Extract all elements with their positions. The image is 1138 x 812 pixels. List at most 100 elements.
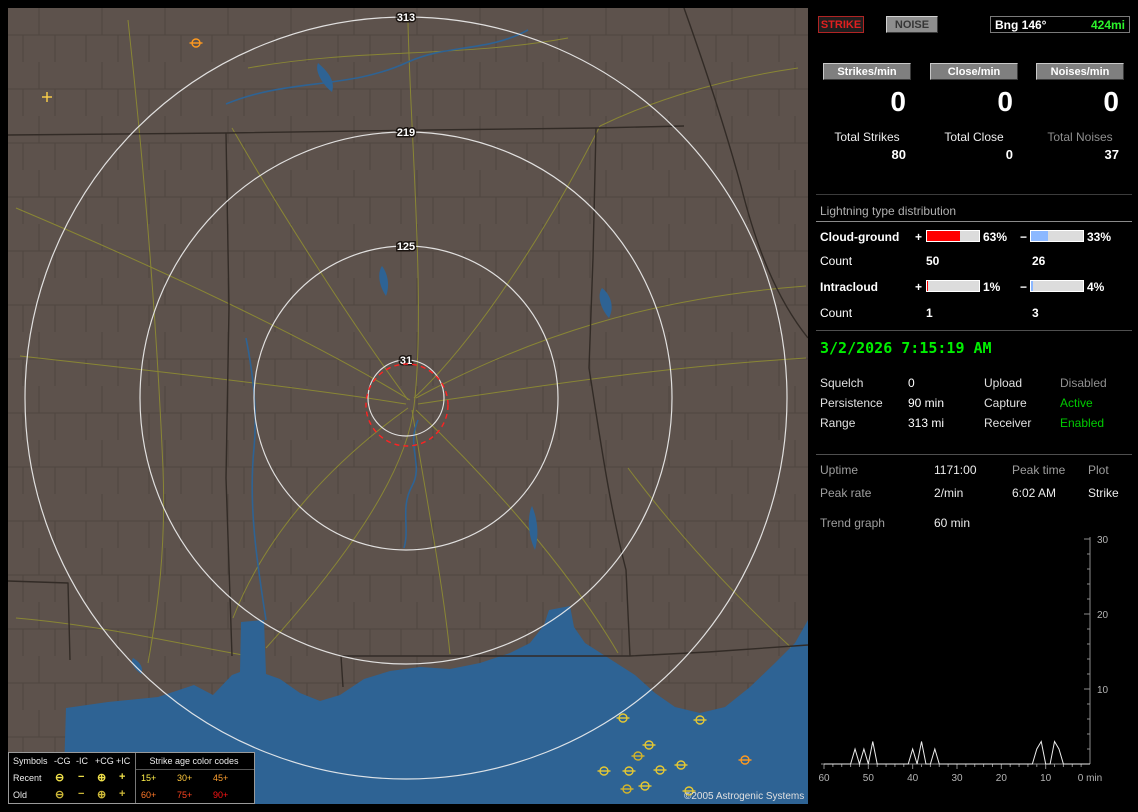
capture-status: Active	[1060, 396, 1093, 410]
uptime-label: Uptime	[820, 463, 859, 477]
range-ring-label: 31	[400, 355, 412, 367]
pos-ic-icon: +	[119, 771, 126, 783]
trend-x-tick: 20	[996, 773, 1008, 784]
intracloud-label: Intracloud	[820, 280, 879, 294]
lightning-map[interactable]: 313 219 125 31 Symbols -CG -IC +CG +IC Stri…	[8, 8, 808, 804]
pos-cg-icon: ⊕	[97, 772, 107, 784]
peak-rate-row: Peak rate 2/min 6:02 AM Strike	[816, 486, 1132, 502]
noises-rate-value: 0	[1103, 86, 1119, 117]
uptime-row: Uptime 1171:00 Peak time Plot	[816, 463, 1132, 479]
receiver-status: Enabled	[1060, 416, 1105, 430]
legend-header-row: Symbols -CG -IC +CG +IC Strike age color…	[9, 753, 254, 769]
ic-positive-pct: 1%	[983, 280, 1001, 294]
nexstorm-window: 313 219 125 31 Symbols -CG -IC +CG +IC Stri…	[0, 0, 1138, 812]
pos-ic-icon: +	[119, 788, 126, 800]
trend-graph-label: Trend graph	[820, 516, 885, 530]
legend-age-header: Strike age color codes	[149, 756, 239, 766]
trend-y-tick: 20	[1097, 610, 1109, 621]
ic-negative-count: 3	[1032, 306, 1039, 320]
noises-column: Noises/min 0 Total Noises 37	[1029, 63, 1131, 162]
persistence-row: Persistence 90 min Capture Active	[816, 396, 1132, 412]
range-ring-label: 219	[397, 127, 415, 139]
trend-y-tick: 10	[1097, 685, 1109, 696]
noises-per-min-button[interactable]: Noises/min	[1036, 63, 1124, 80]
neg-cg-icon: ⊖	[55, 772, 65, 784]
peak-rate-label: Peak rate	[820, 486, 872, 500]
intracloud-row: Intracloud + 1% − 4%	[816, 280, 1132, 296]
squelch-row: Squelch 0 Upload Disabled	[816, 376, 1132, 392]
close-column: Close/min 0 Total Close 0	[923, 63, 1025, 162]
range-ring-label: 313	[397, 12, 415, 24]
legend-symbols-header: Symbols	[13, 756, 48, 766]
minus-symbol: −	[1020, 280, 1028, 294]
close-per-min-button[interactable]: Close/min	[930, 63, 1018, 80]
bearing-value: Bng 146°	[995, 17, 1047, 32]
squelch-label: Squelch	[820, 376, 864, 390]
distribution-title-rule	[816, 221, 1132, 222]
trend-x-tick: 10	[1040, 773, 1052, 784]
ic-positive-bar	[926, 280, 980, 292]
trend-trace	[824, 740, 1090, 766]
cg-negative-pct: 33%	[1087, 230, 1112, 244]
cg-negative-count: 26	[1032, 254, 1046, 268]
range-ring-label: 125	[397, 241, 415, 253]
strikes-column: Strikes/min 0 Total Strikes 80	[816, 63, 918, 162]
peak-time-label: Peak time	[1012, 463, 1066, 477]
trend-x-tick: 50	[863, 773, 875, 784]
cg-positive-pct: 63%	[983, 230, 1008, 244]
trend-y-tick: 30	[1097, 535, 1109, 546]
range-value: 313 mi	[908, 416, 945, 430]
cloud-ground-label: Cloud-ground	[820, 230, 900, 244]
plus-symbol: +	[915, 230, 923, 244]
separator	[816, 454, 1132, 455]
total-strikes-value: 80	[891, 147, 906, 162]
total-noises-label: Total Noises	[1047, 130, 1113, 144]
noise-tab[interactable]: NOISE	[886, 16, 938, 33]
minus-symbol: −	[1020, 230, 1028, 244]
cg-negative-bar	[1030, 230, 1084, 242]
ic-positive-count: 1	[926, 306, 933, 320]
count-label: Count	[820, 254, 853, 268]
age-30: 30+	[177, 773, 193, 783]
neg-ic-icon: −	[78, 788, 85, 800]
trend-chart: 30 20 10 60 50 40 30 20 10 0 min	[818, 535, 1109, 784]
neg-ic-icon: −	[78, 771, 85, 783]
strike-tab[interactable]: STRIKE	[818, 16, 864, 33]
trend-x-tick: 30	[951, 773, 963, 784]
separator	[816, 194, 1132, 195]
cloud-ground-row: Cloud-ground + 63% − 33%	[816, 230, 1132, 246]
age-75: 75+	[177, 790, 193, 800]
legend-col-pos-cg: +CG	[95, 756, 114, 766]
trend-x-tick: 60	[818, 773, 830, 784]
strikes-per-min-button[interactable]: Strikes/min	[823, 63, 911, 80]
trend-window-value: 60 min	[934, 516, 971, 530]
plus-symbol: +	[915, 280, 923, 294]
control-panel: STRIKE NOISE Bng 146° 424mi Strikes/min …	[816, 8, 1132, 804]
total-strikes-label: Total Strikes	[834, 130, 900, 144]
trend-x-tick: 40	[907, 773, 919, 784]
age-45: 45+	[213, 773, 229, 783]
range-row: Range 313 mi Receiver Enabled	[816, 416, 1132, 432]
distribution-title: Lightning type distribution	[820, 204, 957, 218]
squelch-value: 0	[908, 376, 915, 390]
legend-recent-label: Recent	[13, 773, 42, 783]
ic-negative-bar	[1030, 280, 1084, 292]
legend-col-neg-ic: -IC	[76, 756, 88, 766]
receiver-label: Receiver	[984, 416, 1032, 430]
count-label: Count	[820, 306, 853, 320]
copyright-text: ©2005 Astrogenic Systems	[684, 791, 805, 802]
ic-negative-pct: 4%	[1087, 280, 1105, 294]
uptime-value: 1171:00	[934, 463, 977, 477]
datetime-display: 3/2/2026 7:15:19 AM	[820, 339, 992, 357]
pos-cg-icon: ⊕	[97, 789, 107, 801]
plot-label: Plot	[1088, 463, 1109, 477]
map-canvas[interactable]: 313 219 125 31	[8, 8, 808, 804]
legend-recent-row: Recent ⊖ − ⊕ + 15+ 30+ 45+	[9, 770, 254, 786]
legend-old-label: Old	[13, 790, 28, 800]
age-15: 15+	[141, 773, 157, 783]
separator	[816, 330, 1132, 331]
upload-status: Disabled	[1060, 376, 1107, 390]
peak-rate-value: 2/min	[934, 486, 964, 500]
cg-positive-count: 50	[926, 254, 940, 268]
plot-value: Strike	[1088, 486, 1119, 500]
